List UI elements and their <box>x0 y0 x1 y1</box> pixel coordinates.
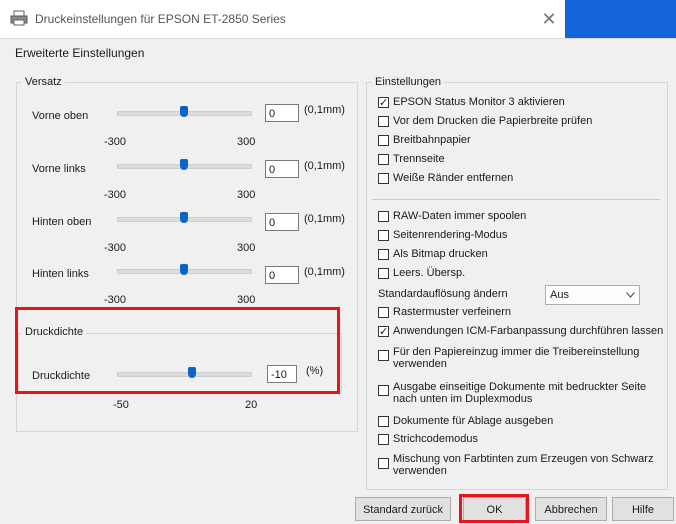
checkbox[interactable] <box>378 230 389 241</box>
close-icon[interactable]: ✕ <box>532 6 566 32</box>
checkbox-label: Leers. Übersp. <box>393 267 466 279</box>
offset-unit: (0,1mm) <box>304 160 345 172</box>
checkbox-label: Für den Papiereinzug immer die Treiberei… <box>393 346 640 370</box>
resolution-select[interactable]: Aus <box>545 285 640 305</box>
printer-icon <box>10 10 28 26</box>
slider-min-label: -300 <box>104 189 127 201</box>
offset-value-input[interactable]: 0 <box>265 213 299 231</box>
check-icon: ✓ <box>379 97 389 109</box>
offset-label: Vorne oben <box>32 110 89 122</box>
offset-unit: (0,1mm) <box>304 266 345 278</box>
checkbox[interactable] <box>378 458 389 469</box>
offset-value-input[interactable]: 0 <box>265 266 299 284</box>
offset-slider-thumb[interactable] <box>180 212 188 223</box>
checkbox[interactable] <box>378 135 389 146</box>
window-title: Druckeinstellungen für EPSON ET-2850 Ser… <box>35 12 286 26</box>
density-highlight-box <box>15 307 340 394</box>
checkbox-label: Als Bitmap drucken <box>393 248 488 260</box>
checkbox-label: Seitenrendering-Modus <box>393 229 508 241</box>
slider-min-label: -300 <box>104 294 127 306</box>
checkbox[interactable] <box>378 154 389 165</box>
checkbox[interactable] <box>378 173 389 184</box>
slider-max-label: 300 <box>237 136 256 148</box>
offset-slider-thumb[interactable] <box>180 264 188 275</box>
checkbox[interactable] <box>378 249 389 260</box>
checkbox[interactable] <box>378 416 389 427</box>
checkbox-label: Anwendungen ICM-Farbanpassung durchführe… <box>393 325 664 337</box>
slider-max-label: 300 <box>237 294 256 306</box>
help-button[interactable]: Hilfe <box>612 497 674 521</box>
slider-min-label: -50 <box>113 399 129 411</box>
checkbox-label: Rastermuster verfeinern <box>393 306 511 318</box>
checkbox-label: Strichcodemodus <box>393 433 478 445</box>
checkbox-label: Vor dem Drucken die Papierbreite prüfen <box>393 115 593 127</box>
slider-min-label: -300 <box>104 242 127 254</box>
slider-max-label: 300 <box>237 242 256 254</box>
checkbox[interactable] <box>378 116 389 127</box>
checkbox-label: Trennseite <box>393 153 445 165</box>
ok-highlight-box <box>459 494 529 523</box>
chevron-down-icon <box>626 292 635 298</box>
checkbox[interactable] <box>378 350 389 361</box>
checkbox-label: Breitbahnpapier <box>393 134 471 146</box>
checkbox-label: Mischung von Farbtinten zum Erzeugen von… <box>393 453 654 477</box>
slider-max-label: 20 <box>245 399 258 411</box>
checkbox[interactable] <box>378 434 389 445</box>
offset-unit: (0,1mm) <box>304 104 345 116</box>
offset-label: Vorne links <box>32 163 86 175</box>
checkbox-label: EPSON Status Monitor 3 aktivieren <box>393 96 565 108</box>
slider-max-label: 300 <box>237 189 256 201</box>
checkbox[interactable]: ✓ <box>378 97 389 109</box>
offset-slider-thumb[interactable] <box>180 106 188 117</box>
check-icon: ✓ <box>379 326 389 338</box>
offset-value-input[interactable]: 0 <box>265 104 299 122</box>
settings-legend: Einstellungen <box>372 76 445 88</box>
checkbox[interactable] <box>378 211 389 222</box>
divider <box>372 199 660 200</box>
offset-value-input[interactable]: 0 <box>265 160 299 178</box>
offset-unit: (0,1mm) <box>304 213 345 225</box>
checkbox[interactable]: ✓ <box>378 326 389 338</box>
offset-slider-thumb[interactable] <box>180 159 188 170</box>
checkbox[interactable] <box>378 385 389 396</box>
slider-min-label: -300 <box>104 136 127 148</box>
resolution-value: Aus <box>550 289 569 301</box>
checkbox[interactable] <box>378 307 389 318</box>
checkbox[interactable] <box>378 268 389 279</box>
offset-legend: Versatz <box>22 76 65 88</box>
reset-defaults-button[interactable]: Standard zurück <box>355 497 451 521</box>
checkbox-label: Ausgabe einseitige Dokumente mit bedruck… <box>393 381 647 405</box>
checkbox-label: RAW-Daten immer spoolen <box>393 210 527 222</box>
offset-label: Hinten links <box>32 268 89 280</box>
resolution-label: Standardauflösung ändern <box>378 288 508 300</box>
offset-label: Hinten oben <box>32 216 92 228</box>
title-bar-accent <box>565 0 676 38</box>
page-title: Erweiterte Einstellungen <box>15 46 145 60</box>
checkbox-label: Weiße Ränder entfernen <box>393 172 514 184</box>
checkbox-label: Dokumente für Ablage ausgeben <box>393 415 554 427</box>
cancel-button[interactable]: Abbrechen <box>535 497 607 521</box>
